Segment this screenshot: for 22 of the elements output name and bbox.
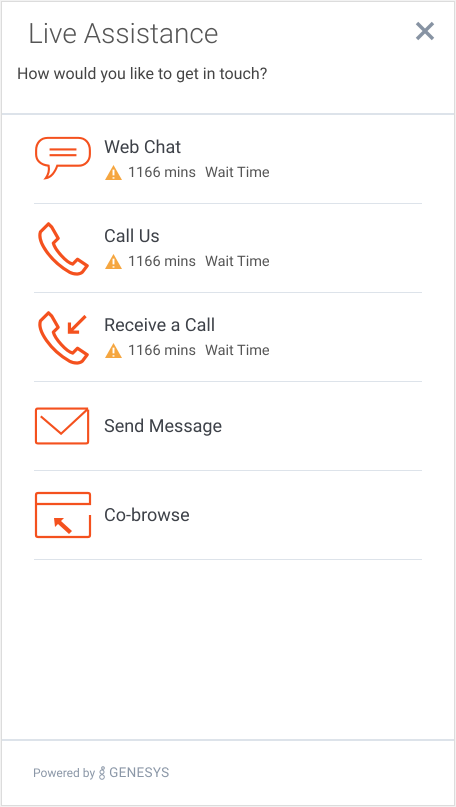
powered-by-text: Powered by bbox=[33, 766, 96, 780]
wait-time-value: 1166 mins bbox=[128, 253, 196, 270]
close-button[interactable] bbox=[414, 20, 436, 42]
panel-title: Live Assistance bbox=[28, 16, 218, 52]
wait-time-label: Wait Time bbox=[204, 342, 270, 359]
warning-icon bbox=[104, 342, 123, 359]
brand-name: GENESYS bbox=[109, 765, 170, 781]
browser-window-icon bbox=[34, 491, 92, 539]
option-label[interactable]: Co-browse bbox=[104, 504, 190, 526]
option-label[interactable]: Send Message bbox=[104, 416, 222, 436]
warning-icon bbox=[104, 253, 123, 270]
wait-time-label: Wait Time bbox=[204, 164, 270, 181]
option-label[interactable]: Receive a Call bbox=[104, 315, 270, 336]
logo-icon bbox=[98, 766, 106, 780]
prompt-text: How would you like to get in touch? bbox=[17, 64, 268, 83]
wait-time-value: 1166 mins bbox=[128, 164, 196, 181]
wait-time-value: 1166 mins bbox=[128, 342, 196, 359]
envelope-icon bbox=[34, 406, 92, 446]
wait-time-label: Wait Time bbox=[204, 253, 270, 270]
option-label[interactable]: Call Us bbox=[104, 226, 270, 247]
warning-icon bbox=[104, 164, 123, 181]
option-label[interactable]: Web Chat bbox=[104, 137, 270, 158]
